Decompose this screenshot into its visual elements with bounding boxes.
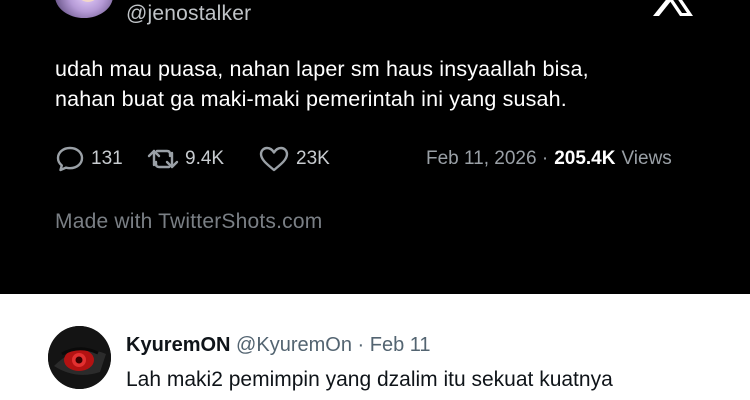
reply-stat[interactable]: 131 xyxy=(55,144,123,174)
reply-display-name[interactable]: KyuremON xyxy=(126,334,230,356)
author-avatar[interactable] xyxy=(55,0,113,18)
reply-date[interactable]: Feb 11 xyxy=(370,334,431,356)
views-count: 205.4K xyxy=(554,148,616,169)
reply-tweet[interactable]: KyuremON @KyuremOn · Feb 11 Lah maki2 pe… xyxy=(0,294,750,400)
tweet-card: @jenostalker udah mau puasa, nahan laper… xyxy=(0,0,750,294)
x-logo-icon[interactable] xyxy=(651,0,695,16)
reply-avatar[interactable] xyxy=(48,326,111,389)
date-and-views: Feb 11, 2026 · 205.4K Views xyxy=(426,144,672,174)
author-handle[interactable]: @jenostalker xyxy=(126,2,251,26)
tweet-text-line: udah mau puasa, nahan laper sm haus insy… xyxy=(55,57,589,81)
watermark-text: Made with TwitterShots.com xyxy=(55,210,323,233)
reply-handle[interactable]: @KyuremOn xyxy=(236,334,352,356)
like-stat[interactable]: 23K xyxy=(258,144,330,174)
tweet-text: udah mau puasa, nahan laper sm haus insy… xyxy=(55,54,715,114)
tweet-date[interactable]: Feb 11, 2026 · xyxy=(426,148,548,170)
heart-icon xyxy=(258,145,290,173)
retweet-count: 9.4K xyxy=(185,148,225,169)
views-label: Views xyxy=(621,148,672,169)
like-count: 23K xyxy=(296,148,330,169)
tweet-text-line: nahan buat ga maki-maki pemerintah ini y… xyxy=(55,87,567,111)
reply-header: KyuremON @KyuremOn · Feb 11 xyxy=(126,334,431,357)
reply-count: 131 xyxy=(91,148,123,169)
reply-separator: · xyxy=(357,334,365,356)
retweet-icon xyxy=(147,145,179,173)
retweet-stat[interactable]: 9.4K xyxy=(147,144,224,174)
comment-icon xyxy=(55,145,85,173)
reply-text: Lah maki2 pemimpin yang dzalim itu sekua… xyxy=(126,368,613,391)
tweet-stats: 131 9.4K 23K Feb 11, 2026 · 205.4K Views xyxy=(55,144,715,174)
